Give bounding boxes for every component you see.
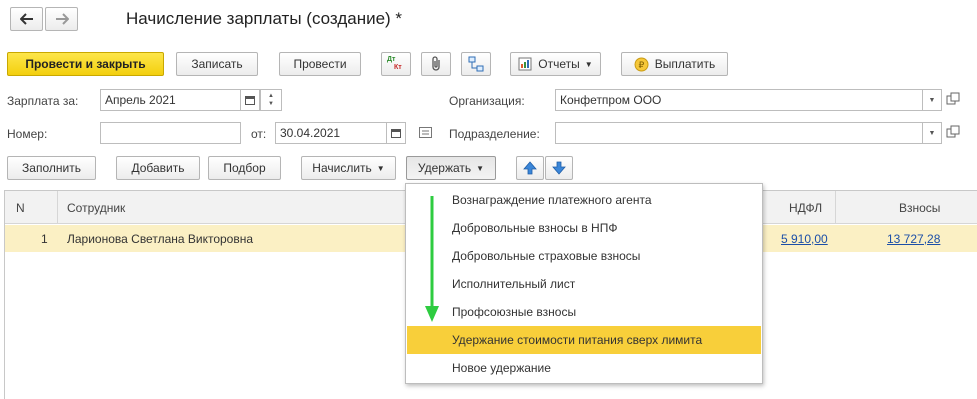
page-title: Начисление зарплаты (создание) * [126,9,403,28]
arrow-right-icon [55,13,69,25]
arrow-up-icon [523,161,537,175]
arrow-down-icon [552,161,566,175]
comment-button[interactable] [419,127,433,139]
chevron-down-icon: ▼ [476,163,485,173]
chevron-down-icon: ▼ [268,101,274,107]
post-and-close-button[interactable]: Провести и закрыть [7,52,164,76]
pay-label: Выплатить [654,57,716,71]
division-field[interactable] [555,122,923,144]
reports-label: Отчеты [538,57,580,71]
calendar-icon [391,129,401,138]
withhold-label: Удержать [417,161,472,175]
calendar-button[interactable] [240,89,260,111]
column-divider [835,191,836,224]
chevron-down-icon: ▼ [928,96,936,104]
dt-kt-button[interactable]: Дт Кт [381,52,411,76]
division-dropdown-button[interactable]: ▼ [922,122,942,144]
organization-field[interactable]: Конфетпром ООО [555,89,923,111]
menu-item-voluntary-insurance[interactable]: Добровольные страховые взносы [407,242,761,270]
pay-button[interactable]: ₽ Выплатить [621,52,728,76]
ndfl-amount[interactable]: 5 910,00 [781,225,828,252]
chevron-up-icon: ▲ [268,93,274,99]
chevron-down-icon: ▼ [584,59,593,69]
salary-for-label: Зарплата за: [7,94,79,108]
chevron-down-icon: ▼ [376,163,385,173]
accrue-button[interactable]: Начислить ▼ [301,156,396,180]
menu-item-union-dues[interactable]: Профсоюзные взносы [407,298,761,326]
column-contributions[interactable]: Взносы [899,191,940,224]
calendar-icon [245,96,255,105]
period-stepper[interactable]: ▲ ▼ [260,89,282,111]
paperclip-icon [432,56,440,71]
open-form-icon [946,125,960,138]
withhold-button[interactable]: Удержать ▼ [406,156,496,180]
dt-kt-icon: Дт Кт [387,56,402,71]
document-structure-icon [468,56,484,72]
add-button[interactable]: Добавить [116,156,200,180]
number-label: Номер: [7,127,48,141]
division-open-button[interactable] [946,125,962,141]
chevron-down-icon: ▼ [928,129,936,137]
save-button[interactable]: Записать [176,52,258,76]
forward-button[interactable] [45,7,78,31]
move-down-button[interactable] [545,156,573,180]
open-form-icon [946,92,960,105]
report-icon [518,57,532,71]
column-employee[interactable]: Сотрудник [67,191,125,224]
post-button[interactable]: Провести [279,52,361,76]
menu-item-payment-agent-fee[interactable]: Вознаграждение платежного агента [407,186,761,214]
menu-item-meal-cost-over-limit[interactable]: Удержание стоимости питания сверх лимита [407,326,761,354]
contributions-amount[interactable]: 13 727,28 [887,225,940,252]
arrow-left-icon [19,13,33,25]
organization-open-button[interactable] [946,92,962,108]
menu-item-writ-of-execution[interactable]: Исполнительный лист [407,270,761,298]
employee-name: Ларионова Светлана Викторовна [67,231,254,246]
svg-text:₽: ₽ [638,61,644,71]
move-up-button[interactable] [516,156,544,180]
salary-for-field[interactable]: Апрель 2021 [100,89,241,111]
menu-item-new-withholding[interactable]: Новое удержание [407,354,761,382]
withhold-dropdown-menu: Вознаграждение платежного агента Доброво… [405,183,763,384]
fill-button[interactable]: Заполнить [7,156,96,180]
date-field[interactable]: 30.04.2021 [275,122,387,144]
row-number: 1 [41,231,48,246]
date-from-label: от: [251,127,267,141]
menu-item-npf-contributions[interactable]: Добровольные взносы в НПФ [407,214,761,242]
attach-button[interactable] [421,52,451,76]
column-n[interactable]: N [16,191,25,224]
column-divider [57,191,58,224]
comment-icon [419,127,432,138]
date-calendar-button[interactable] [386,122,406,144]
select-button[interactable]: Подбор [208,156,281,180]
accrue-label: Начислить [312,161,372,175]
ruble-coin-icon: ₽ [634,57,649,71]
reports-button[interactable]: Отчеты ▼ [510,52,601,76]
structure-button[interactable] [461,52,491,76]
column-ndfl[interactable]: НДФЛ [789,191,822,224]
back-button[interactable] [10,7,43,31]
organization-dropdown-button[interactable]: ▼ [922,89,942,111]
organization-label: Организация: [449,94,525,108]
green-down-arrow-icon [425,196,439,322]
number-field[interactable] [100,122,241,144]
division-label: Подразделение: [449,127,540,141]
